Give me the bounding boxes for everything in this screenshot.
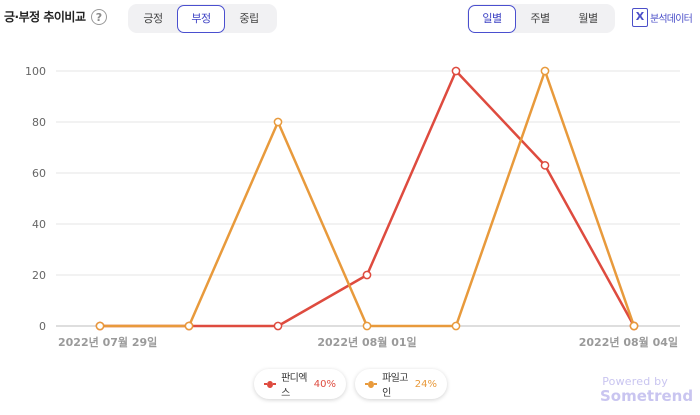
x-tick-label: 2022년 08월 01일 <box>317 335 416 349</box>
y-tick-label: 0 <box>39 320 46 333</box>
legend-percent-2: 24% <box>414 378 437 390</box>
data-point <box>540 161 550 170</box>
y-tick-label: 20 <box>32 269 46 282</box>
data-point <box>184 321 194 331</box>
legend-item-series-1[interactable]: 판디엑스 40% <box>254 369 346 399</box>
legend-name-2: 파일고인 <box>382 373 408 399</box>
line-chart: 0 20 40 60 80 100 2022년 07월 29일 2022년 08월 01일 20… <box>25 65 680 349</box>
data-point <box>273 117 283 127</box>
data-point <box>362 270 372 280</box>
y-tick-label: 100 <box>25 65 46 78</box>
y-tick-label: 80 <box>32 116 46 129</box>
series-line-2 <box>100 69 636 328</box>
y-tick-label: 60 <box>32 167 46 180</box>
x-tick-label: 2022년 08월 04일 <box>579 335 678 349</box>
data-point <box>95 321 105 331</box>
series-line-1 <box>100 69 636 328</box>
brand-logo-text: Sometrend <box>600 387 694 405</box>
data-point <box>362 321 372 331</box>
legend-percent-1: 40% <box>313 378 336 390</box>
legend-item-series-2[interactable]: 파일고인 24% <box>355 369 447 399</box>
data-point <box>273 321 283 331</box>
powered-by-logo: Powered by Sometrend <box>600 375 694 405</box>
data-point <box>540 66 550 76</box>
y-tick-label: 40 <box>32 218 46 231</box>
x-tick-label: 2022년 07월 29일 <box>58 335 157 349</box>
legend-name-1: 판디엑스 <box>281 373 307 399</box>
data-point <box>451 321 461 331</box>
data-point <box>629 321 639 331</box>
legend-line-1b <box>272 383 277 385</box>
legend-line-2b <box>373 383 378 385</box>
data-point <box>451 66 461 76</box>
